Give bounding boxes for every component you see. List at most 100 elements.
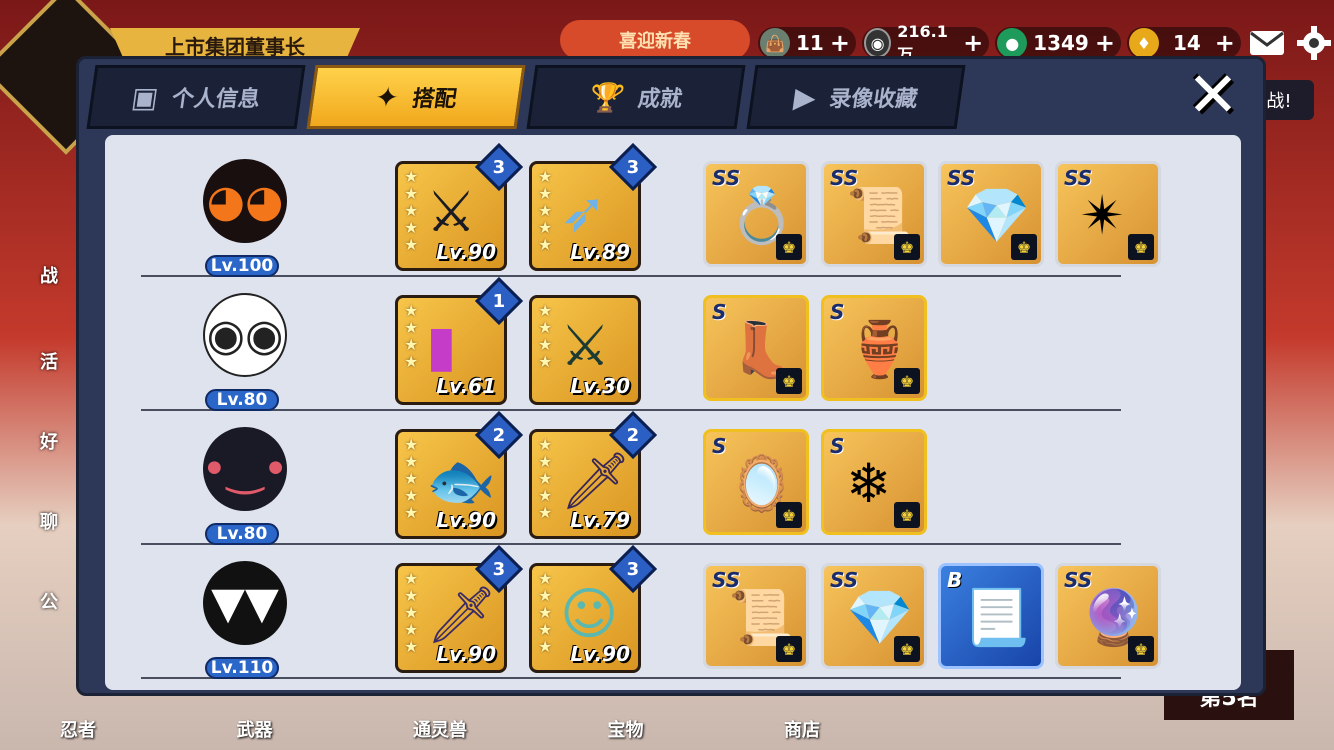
equip-tag-icon: ♚ [1011, 234, 1037, 260]
nav-ninja[interactable]: 忍者 [60, 716, 96, 742]
weapon-slot[interactable]: ★ ★ ★ ★ ★ ⚔ Lv.90 3 [395, 142, 524, 271]
item-slot[interactable]: B 📃 [938, 563, 1044, 669]
item-slot[interactable]: SS 📜 ♚ [703, 563, 809, 669]
equip-tag-icon: ♚ [894, 502, 920, 528]
scroll-bag-icon: 👜 [760, 28, 790, 58]
weapon-slot[interactable]: ★ ★ ★ ★ ⚔ Lv.30 [529, 295, 641, 405]
item-grade: B [947, 568, 963, 592]
tab-label: 个人信息 [170, 87, 262, 112]
ninja-loadout-row: ◕◕ Lv.100 ★ ★ ★ ★ ★ ⚔ Lv.90 3 ★ ★ ★ ★ ★ ➶ Lv.89 … [141, 142, 1161, 277]
gear-icon[interactable] [1294, 26, 1334, 60]
ninja-level: Lv.100 [205, 255, 279, 277]
weapon-slot[interactable]: ★ ★ ★ ★ ★ 🐟 Lv.90 2 [395, 410, 524, 539]
equip-tag-icon: ♚ [1128, 636, 1154, 662]
side-label-friends[interactable]: 好 [40, 428, 58, 454]
star-rating: ★ ★ ★ ★ ★ [538, 569, 553, 656]
star-rating: ★ ★ ★ ★ ★ [404, 435, 419, 522]
mask-weapon-icon: ☺ [560, 582, 619, 647]
star-rating: ★ ★ ★ ★ ★ [538, 435, 553, 522]
weapon-level: Lv.90 [436, 240, 496, 264]
ninja-avatar[interactable]: •‿• [201, 427, 289, 511]
item-grade: S [830, 300, 845, 324]
nav-weapon[interactable]: 武器 [237, 716, 273, 742]
event-banner[interactable]: 喜迎新春 [560, 20, 750, 60]
resource-value: 1349 [1033, 31, 1089, 55]
mail-icon[interactable] [1247, 26, 1288, 60]
tab-loadout[interactable]: ✦ 搭配 [306, 65, 526, 129]
equip-tag-icon: ♚ [894, 368, 920, 394]
item-slot[interactable]: S 👢 ♚ [703, 295, 809, 401]
ninja-loadout-row: ◉◉ Lv.80 ★ ★ ★ ★ ▮ Lv.61 1 ★ ★ ★ ★ ⚔ Lv.30 S 👢 ♚… [141, 276, 1121, 411]
gourd-icon: ♦ [1128, 28, 1159, 58]
ninja-loadout-row: •‿• Lv.80 ★ ★ ★ ★ ★ 🐟 Lv.90 2 ★ ★ ★ ★ ★ 🗡 Lv.79 … [141, 410, 1121, 545]
close-button[interactable]: ✕ [1183, 64, 1243, 126]
ninja-avatar[interactable]: ◕◕ [203, 159, 287, 243]
profile-modal: ▣ 个人信息 ✦ 搭配 🏆 成就 ▶ 录像收藏 ✕ ◕◕ Lv.100 ★ ★ ★ ★… [76, 56, 1266, 696]
nav-summon[interactable]: 通灵兽 [413, 716, 467, 742]
tab-achievements[interactable]: 🏆 成就 [526, 65, 746, 129]
item-slot[interactable]: SS 💎 ♚ [938, 161, 1044, 267]
item-slot[interactable]: SS 📜 ♚ [821, 161, 927, 267]
star-rating: ★ ★ ★ ★ ★ [404, 569, 419, 656]
add-gourd-button[interactable]: + [1215, 31, 1235, 55]
katana-weapon-icon: 🗡 [560, 449, 632, 514]
item-slot[interactable]: S 🏺 ♚ [821, 295, 927, 401]
star-rating: ★ ★ ★ ★ ★ [538, 167, 553, 254]
weapon-level: Lv.90 [436, 642, 496, 666]
resource-value: 14 [1172, 31, 1201, 55]
weapon-rank-badge: 3 [474, 142, 524, 192]
equip-tag-icon: ♚ [1128, 234, 1154, 260]
side-label-notice[interactable]: 公 [40, 588, 58, 614]
tab-label: 成就 [636, 87, 684, 112]
equip-tag-icon: ♚ [776, 636, 802, 662]
resource-value: 11 [796, 31, 824, 55]
weapon-level: Lv.89 [570, 240, 630, 264]
nav-shop[interactable]: 商店 [784, 716, 820, 742]
add-coin-button[interactable]: + [963, 31, 983, 55]
equip-tag-icon: ♚ [776, 502, 802, 528]
item-slot[interactable]: S 🪞 ♚ [703, 429, 809, 535]
item-slot[interactable]: SS 💍 ♚ [703, 161, 809, 267]
item-slot[interactable]: SS 💎 ♚ [821, 563, 927, 669]
tab-bar: ▣ 个人信息 ✦ 搭配 🏆 成就 ▶ 录像收藏 [86, 65, 966, 131]
play-icon: ▶ [791, 80, 819, 114]
item-slot[interactable]: S ❄ ♚ [821, 429, 927, 535]
weapon-slot[interactable]: ★ ★ ★ ★ ★ 🗡 Lv.79 2 [529, 410, 658, 539]
star-rating: ★ ★ ★ ★ [538, 301, 553, 371]
ninja-avatar[interactable]: ▼▼ [203, 561, 287, 645]
weapon-rank-badge: 3 [608, 142, 658, 192]
side-label-chat[interactable]: 聊 [40, 508, 58, 534]
weapon-level: Lv.79 [570, 508, 630, 532]
item-slot[interactable]: SS ✴ ♚ [1055, 161, 1161, 267]
fish-weapon-icon: 🐟 [426, 449, 496, 514]
resource-jade: ● 1349 + [995, 27, 1121, 59]
weapon-slot[interactable]: ★ ★ ★ ★ ★ 🗡 Lv.90 3 [395, 544, 524, 673]
scythe-weapon-icon: ⚔ [426, 180, 477, 245]
shuriken-icon: ✦ [372, 80, 402, 114]
phone-weapon-icon: ▮ [426, 314, 457, 379]
weapon-slot[interactable]: ★ ★ ★ ★ ▮ Lv.61 1 [395, 276, 524, 405]
weapon-level: Lv.61 [436, 374, 496, 398]
weapon-slot[interactable]: ★ ★ ★ ★ ★ ➶ Lv.89 3 [529, 142, 658, 271]
tab-replays[interactable]: ▶ 录像收藏 [746, 65, 966, 129]
weapon-rank-badge: 1 [474, 276, 524, 326]
weapon-level: Lv.90 [570, 642, 630, 666]
equip-tag-icon: ♚ [894, 234, 920, 260]
tab-label: 录像收藏 [827, 87, 920, 112]
equip-tag-icon: ♚ [894, 636, 920, 662]
add-jade-button[interactable]: + [1095, 31, 1115, 55]
katana-weapon-icon: 🗡 [426, 583, 498, 648]
star-rating: ★ ★ ★ ★ [404, 301, 419, 371]
nav-treasure[interactable]: 宝物 [608, 716, 644, 742]
add-scroll-bag-button[interactable]: + [830, 31, 850, 55]
resource-bar: 👜 11 + ◉ 216.1万 + ● 1349 + ♦ 14 + [758, 22, 1334, 64]
side-label-battle[interactable]: 战 [40, 262, 58, 288]
ninja-loadout-row: ▼▼ Lv.110 ★ ★ ★ ★ ★ 🗡 Lv.90 3 ★ ★ ★ ★ ★ ☺ Lv.90 … [141, 544, 1161, 679]
weapon-slot[interactable]: ★ ★ ★ ★ ★ ☺ Lv.90 3 [529, 544, 658, 673]
ninja-avatar[interactable]: ◉◉ [203, 293, 287, 377]
star-rating: ★ ★ ★ ★ ★ [404, 167, 419, 254]
side-label-activity[interactable]: 活 [40, 348, 58, 374]
item-slot[interactable]: SS 🔮 ♚ [1055, 563, 1161, 669]
tab-personal-info[interactable]: ▣ 个人信息 [86, 65, 306, 129]
shuriken-item-icon: ✴ [1080, 184, 1126, 247]
